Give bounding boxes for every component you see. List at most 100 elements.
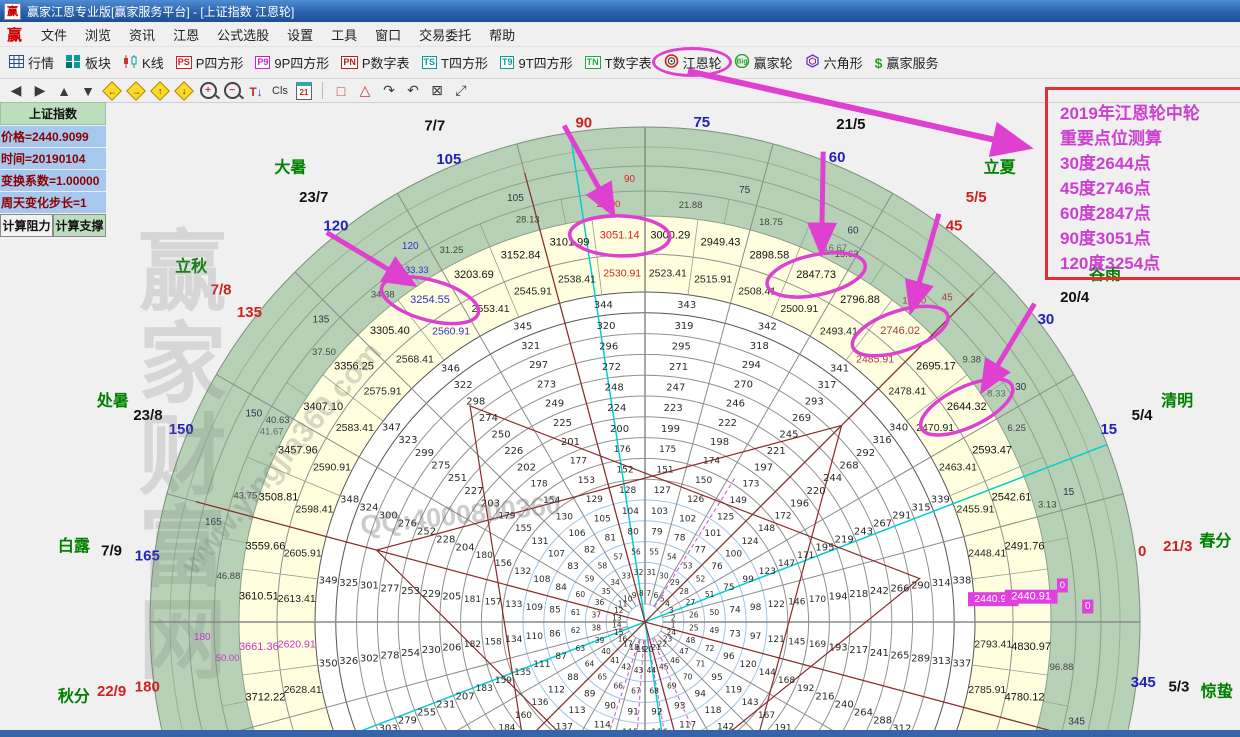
- svg-text:2785.91: 2785.91: [968, 684, 1006, 696]
- draw-tool-t-down[interactable]: T↓: [245, 81, 267, 100]
- menu-item-8[interactable]: 交易委托: [410, 23, 480, 46]
- toolbar-button-t-square[interactable]: TST四方形: [416, 50, 494, 75]
- toolbar-label: 9T四方形: [518, 53, 572, 72]
- panel-rows: 价格=2440.9099时间=20190104变换系数=1.00000周天变化步…: [0, 126, 106, 213]
- svg-text:2542.61: 2542.61: [992, 492, 1032, 504]
- menu-item-1[interactable]: 浏览: [76, 23, 120, 46]
- draw-tool-zoom-in[interactable]: +: [197, 81, 219, 100]
- svg-text:348: 348: [340, 495, 359, 506]
- svg-text:245: 245: [779, 429, 798, 440]
- draw-tool-shift-down[interactable]: ↓: [173, 81, 195, 100]
- svg-text:230: 230: [422, 645, 441, 656]
- svg-text:217: 217: [849, 645, 868, 656]
- svg-text:2515.91: 2515.91: [694, 273, 732, 285]
- svg-text:2575.91: 2575.91: [364, 386, 402, 398]
- draw-tool-shift-left[interactable]: ←: [101, 81, 123, 100]
- svg-text:5/5: 5/5: [966, 189, 987, 206]
- svg-text:207: 207: [455, 692, 474, 703]
- draw-tool-box-x[interactable]: ⊠: [426, 81, 448, 100]
- svg-text:216: 216: [815, 692, 834, 703]
- svg-text:159: 159: [495, 676, 512, 686]
- toolbar-button-t-number-table[interactable]: TNT数字表: [579, 50, 658, 75]
- draw-tool-shift-right[interactable]: →: [125, 81, 147, 100]
- toolbar-button-9p-square[interactable]: P99P四方形: [249, 50, 335, 75]
- svg-text:183: 183: [476, 684, 493, 694]
- svg-text:297: 297: [529, 360, 548, 371]
- toolbar-button-sectors[interactable]: 板块: [60, 50, 117, 75]
- menu-item-0[interactable]: 文件: [32, 23, 76, 46]
- draw-tool-rotate-cw[interactable]: ↷: [378, 81, 400, 100]
- draw-tool-prev[interactable]: ◀: [5, 81, 27, 100]
- draw-tool-down[interactable]: ▼: [77, 81, 99, 100]
- menu-item-4[interactable]: 公式选股: [208, 23, 278, 46]
- svg-text:60: 60: [829, 149, 846, 166]
- svg-text:94: 94: [695, 690, 707, 700]
- svg-text:182: 182: [464, 640, 481, 650]
- svg-text:78: 78: [674, 534, 686, 544]
- svg-text:立秋: 立秋: [175, 257, 208, 276]
- svg-text:3152.84: 3152.84: [501, 249, 541, 261]
- main-toolbar: 行情板块K线PSP四方形P99P四方形PNP数字表TST四方形T99T四方形TN…: [0, 47, 1240, 79]
- toolbar-button-p-square[interactable]: PSP四方形: [170, 50, 250, 75]
- draw-tool-calendar[interactable]: 21: [293, 81, 315, 100]
- draw-tool-fit[interactable]: ⤢: [450, 81, 472, 100]
- svg-text:75: 75: [739, 185, 751, 196]
- toolbar-button-gann-wheel[interactable]: 江恩轮: [658, 50, 728, 75]
- toolbar-label: P四方形: [196, 53, 244, 72]
- svg-text:41: 41: [610, 656, 620, 665]
- menu-item-2[interactable]: 资讯: [120, 23, 164, 46]
- svg-text:32: 32: [634, 568, 644, 577]
- svg-text:325: 325: [339, 578, 358, 589]
- svg-text:37: 37: [591, 611, 601, 620]
- svg-text:350: 350: [319, 659, 338, 670]
- kline-icon: [123, 55, 138, 71]
- toolbar-button-hexagon[interactable]: 六角形: [799, 50, 869, 75]
- toolbar-button-quotes[interactable]: 行情: [3, 50, 60, 75]
- menu-item-7[interactable]: 窗口: [366, 23, 410, 46]
- draw-tool-cls[interactable]: Cls: [269, 81, 291, 100]
- svg-text:2463.41: 2463.41: [939, 461, 977, 473]
- svg-text:105: 105: [436, 151, 461, 168]
- svg-text:54: 54: [667, 552, 677, 561]
- toolbar-button-9t-square[interactable]: T99T四方形: [494, 50, 579, 75]
- svg-text:124: 124: [741, 537, 758, 547]
- draw-tool-triangle-tool[interactable]: △: [354, 81, 376, 100]
- svg-text:56: 56: [631, 548, 641, 557]
- svg-text:0: 0: [1138, 543, 1146, 560]
- menu-item-3[interactable]: 江恩: [164, 23, 208, 46]
- svg-text:144: 144: [759, 668, 776, 678]
- svg-text:2545.91: 2545.91: [514, 285, 552, 297]
- annotation-line-6: 120度3254点: [1060, 251, 1240, 276]
- svg-text:219: 219: [835, 534, 854, 545]
- calc-support-button[interactable]: 计算支撑: [53, 214, 106, 237]
- svg-text:111: 111: [533, 660, 550, 670]
- draw-tool-zoom-out[interactable]: −: [221, 81, 243, 100]
- svg-text:246: 246: [726, 399, 745, 410]
- svg-text:288: 288: [873, 715, 892, 726]
- svg-text:255: 255: [417, 707, 436, 718]
- menu-item-6[interactable]: 工具: [322, 23, 366, 46]
- toolbar-button-winner-service[interactable]: $赢家服务: [869, 50, 945, 75]
- app-logo: 赢: [7, 24, 22, 45]
- svg-text:302: 302: [360, 653, 379, 664]
- svg-text:7/8: 7/8: [211, 282, 232, 299]
- svg-text:3305.40: 3305.40: [370, 325, 410, 337]
- calc-resistance-button[interactable]: 计算阻力: [0, 214, 53, 237]
- svg-text:25: 25: [689, 623, 699, 632]
- toolbar-button-p-number-table[interactable]: PNP数字表: [335, 50, 415, 75]
- menu-item-5[interactable]: 设置: [278, 23, 322, 46]
- draw-tool-up[interactable]: ▲: [53, 81, 75, 100]
- svg-text:2613.41: 2613.41: [278, 593, 316, 605]
- svg-text:205: 205: [442, 592, 461, 603]
- toolbar-separator: [322, 82, 323, 99]
- menu-item-9[interactable]: 帮助: [480, 23, 524, 46]
- toolbar-button-kline[interactable]: K线: [117, 50, 170, 75]
- draw-tool-rect-tool[interactable]: □: [330, 81, 352, 100]
- draw-tool-shift-up[interactable]: ↑: [149, 81, 171, 100]
- svg-text:55: 55: [649, 548, 659, 557]
- draw-tool-rotate-ccw[interactable]: ↶: [402, 81, 424, 100]
- svg-text:75: 75: [693, 114, 710, 131]
- toolbar-button-winner-wheel[interactable]: Big赢家轮: [728, 50, 799, 75]
- annotation-line-2: 30度2644点: [1060, 151, 1240, 176]
- draw-tool-next[interactable]: ▶: [29, 81, 51, 100]
